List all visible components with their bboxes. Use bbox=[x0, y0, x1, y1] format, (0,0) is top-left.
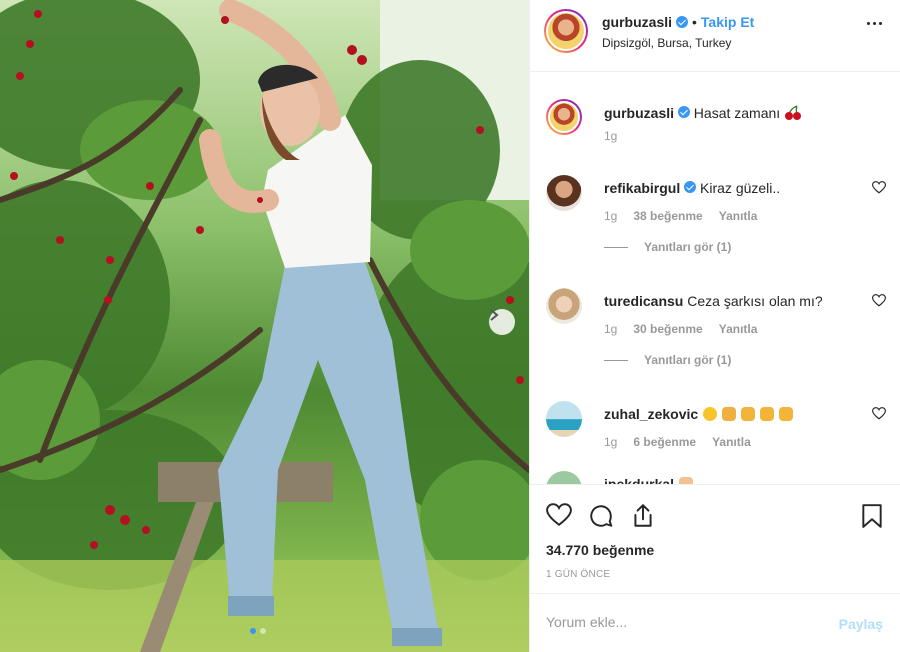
author-username[interactable]: gurbuzasli bbox=[602, 14, 672, 30]
comment-likes[interactable]: 6 beğenme bbox=[633, 435, 696, 449]
comment-text-line: ipekdurkal bbox=[604, 475, 862, 484]
view-replies-button[interactable]: Yanıtları gör (1) bbox=[604, 353, 731, 367]
view-replies-label: Yanıtları gör (1) bbox=[644, 240, 732, 254]
comment-text-line: refikabirgul Kiraz güzeli.. bbox=[604, 179, 862, 197]
folded-hands-icon bbox=[721, 407, 736, 421]
caption-text-line: gurbuzasli Hasat zamanı bbox=[604, 104, 862, 122]
comment-username[interactable]: refikabirgul bbox=[604, 180, 680, 196]
comment-time[interactable]: 1g bbox=[604, 435, 617, 449]
reply-button[interactable]: Yanıtla bbox=[719, 209, 758, 223]
comment-text-line: turedicansu Ceza şarkısı olan mı? bbox=[604, 292, 862, 310]
comment-username[interactable]: ipekdurkal bbox=[604, 476, 674, 484]
comment-meta: 1g 30 beğenme Yanıtla bbox=[604, 322, 757, 336]
carousel-indicator bbox=[250, 628, 266, 634]
carousel-dot bbox=[250, 628, 256, 634]
replies-divider bbox=[604, 359, 628, 361]
comment-username[interactable]: zuhal_zekovic bbox=[604, 406, 698, 422]
commenter-avatar[interactable] bbox=[546, 401, 582, 437]
carousel-dot bbox=[260, 628, 266, 634]
cherries-icon bbox=[785, 105, 802, 120]
commenter-avatar[interactable] bbox=[546, 175, 582, 211]
verified-badge-icon bbox=[676, 16, 689, 28]
share-icon[interactable] bbox=[630, 503, 656, 532]
commenter-avatar[interactable] bbox=[546, 471, 582, 484]
reply-button[interactable]: Yanıtla bbox=[719, 322, 758, 336]
tears-of-joy-icon bbox=[703, 407, 718, 421]
clapping-hands-icon bbox=[759, 407, 774, 421]
add-comment-bar: Paylaş bbox=[530, 593, 900, 652]
comment-heart-icon[interactable] bbox=[872, 181, 886, 194]
author-line: gurbuzasli • Takip Et bbox=[602, 14, 754, 30]
verified-badge-icon bbox=[677, 106, 690, 118]
comments-list[interactable]: gurbuzasli Hasat zamanı 1g refikabirgul … bbox=[530, 73, 900, 484]
comment-bubble-icon[interactable] bbox=[588, 503, 614, 532]
reply-button[interactable]: Yanıtla bbox=[712, 435, 751, 449]
next-photo-button[interactable] bbox=[489, 309, 515, 335]
clapping-hands-icon bbox=[778, 407, 793, 421]
comment-time[interactable]: 1g bbox=[604, 322, 617, 336]
comment-likes[interactable]: 30 beğenme bbox=[633, 322, 702, 336]
comment-text: Ceza şarkısı olan mı? bbox=[687, 293, 823, 309]
comment-heart-icon[interactable] bbox=[872, 407, 886, 420]
comment-text: Kiraz güzeli.. bbox=[700, 180, 781, 196]
comment-meta: 1g 6 beğenme Yanıtla bbox=[604, 435, 751, 449]
comment-text-line: zuhal_zekovic bbox=[604, 405, 862, 423]
view-replies-button[interactable]: Yanıtları gör (1) bbox=[604, 240, 731, 254]
comment-time[interactable]: 1g bbox=[604, 209, 617, 223]
caption-username[interactable]: gurbuzasli bbox=[604, 105, 674, 121]
victory-hand-icon bbox=[678, 477, 693, 484]
clapping-hands-icon bbox=[740, 407, 755, 421]
post-actions: 34.770 beğenme 1 GÜN ÖNCE Paylaş bbox=[530, 484, 900, 652]
comment-meta: 1g 38 beğenme Yanıtla bbox=[604, 209, 757, 223]
comment-likes[interactable]: 38 beğenme bbox=[633, 209, 702, 223]
post-sidebar: gurbuzasli • Takip Et Dipsizgöl, Bursa, … bbox=[529, 0, 900, 652]
author-avatar[interactable] bbox=[544, 9, 588, 53]
commenter-avatar[interactable] bbox=[546, 288, 582, 324]
post-photo[interactable] bbox=[0, 0, 529, 652]
bookmark-icon[interactable] bbox=[861, 503, 883, 532]
comment-input[interactable] bbox=[546, 614, 826, 630]
action-icons bbox=[546, 503, 656, 532]
separator: • bbox=[692, 14, 697, 30]
post-header: gurbuzasli • Takip Et Dipsizgöl, Bursa, … bbox=[530, 0, 900, 72]
comment-username[interactable]: turedicansu bbox=[604, 293, 683, 309]
replies-divider bbox=[604, 246, 628, 248]
likes-count[interactable]: 34.770 beğenme bbox=[546, 542, 654, 558]
comment-heart-icon[interactable] bbox=[872, 294, 886, 307]
like-heart-icon[interactable] bbox=[546, 503, 572, 532]
post-comment-button[interactable]: Paylaş bbox=[839, 616, 883, 632]
more-options-icon[interactable] bbox=[867, 22, 882, 25]
photo-illustration bbox=[0, 0, 529, 652]
verified-badge-icon bbox=[684, 181, 697, 193]
caption-time[interactable]: 1g bbox=[604, 129, 617, 143]
caption-meta: 1g bbox=[604, 129, 617, 143]
post-location[interactable]: Dipsizgöl, Bursa, Turkey bbox=[602, 36, 731, 50]
caption-text: Hasat zamanı bbox=[693, 105, 781, 121]
chevron-right-icon bbox=[490, 309, 499, 321]
follow-button[interactable]: Takip Et bbox=[701, 14, 754, 30]
post-time[interactable]: 1 GÜN ÖNCE bbox=[546, 569, 610, 580]
view-replies-label: Yanıtları gör (1) bbox=[644, 353, 732, 367]
caption-avatar[interactable] bbox=[546, 99, 582, 135]
